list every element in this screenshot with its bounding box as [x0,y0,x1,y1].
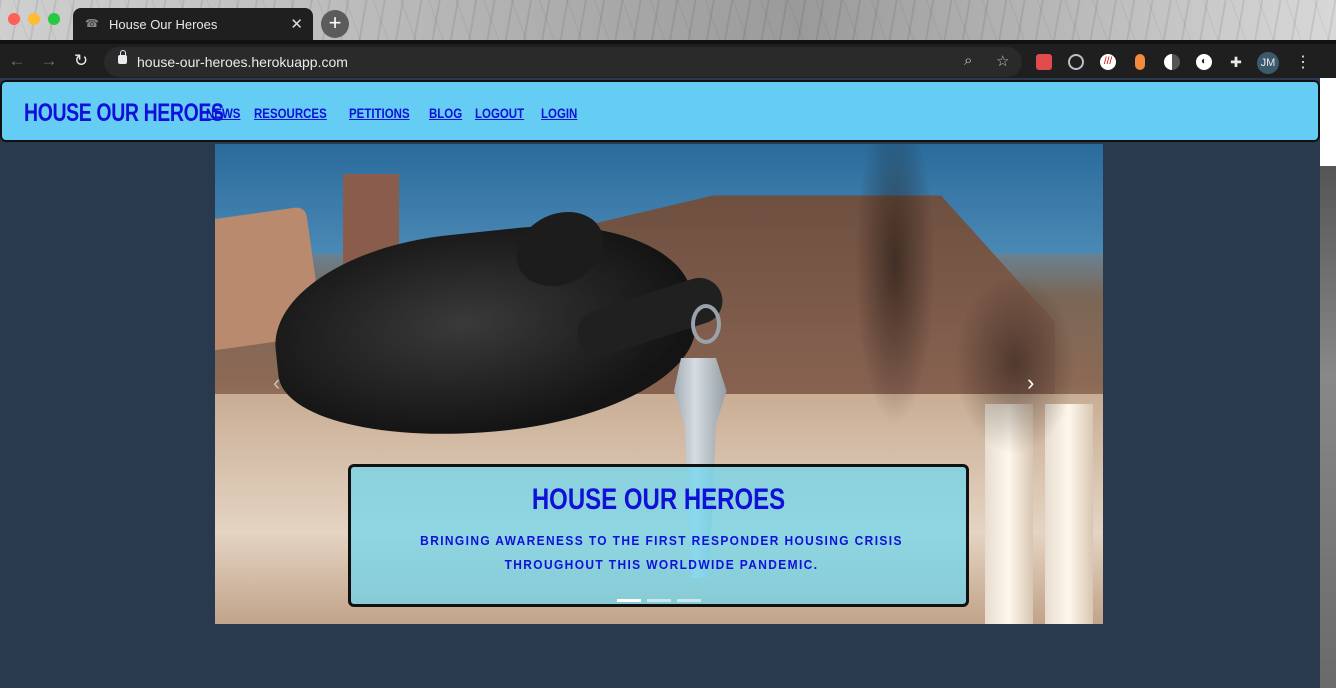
circle-ext-icon[interactable]: ◐ [1196,54,1212,70]
carousel-caption: HOUSE OUR HEROES BRINGING AWARENESS TO T… [348,464,969,607]
caption-text: BRINGING AWARENESS TO THE FIRST RESPONDE… [420,533,903,572]
carousel-next-icon[interactable]: › [1027,370,1034,396]
nav-link-news[interactable]: NEWS [206,105,240,121]
carousel-indicators [617,599,701,602]
reload-icon[interactable]: ↻ [70,50,92,72]
zoom-icon[interactable]: ⌕ [964,52,972,69]
browser-tab-bar: ☎ House Our Heroes ✕ + [0,0,1336,40]
nav-link-resources[interactable]: RESOURCES [254,105,327,121]
back-arrow-icon[interactable]: ← [6,50,28,72]
background-window-strip [1320,78,1336,688]
site-navbar: HOUSE OUR HEROES NEWS RESOURCES PETITION… [0,80,1320,142]
page-body: HOUSE OUR HEROES NEWS RESOURCES PETITION… [0,78,1320,688]
block-icon[interactable] [1068,54,1084,70]
contrast-icon[interactable] [1164,54,1180,70]
carousel-prev-icon[interactable]: ‹ [273,370,280,396]
site-brand[interactable]: HOUSE OUR HEROES [24,99,224,128]
minimize-window-button[interactable] [28,13,40,25]
favicon-icon: ☎ [85,18,99,30]
carousel-indicator-3[interactable] [677,599,701,602]
caption-title: HOUSE OUR HEROES [531,483,786,516]
browser-tab[interactable]: ☎ House Our Heroes ✕ [73,8,313,40]
maximize-window-button[interactable] [48,13,60,25]
lock-icon [118,50,127,64]
orange-bug-icon[interactable] [1135,54,1145,70]
nav-link-login[interactable]: LOGIN [541,105,577,121]
browser-toolbar: ← → ↻ house-our-heroes.herokuapp.com ⌕ ☆… [0,40,1336,78]
close-window-button[interactable] [8,13,20,25]
url-text[interactable]: house-our-heroes.herokuapp.com [137,54,348,70]
tab-title: House Our Heroes [109,17,218,32]
marker-icon[interactable]: /// [1100,54,1116,70]
tab-close-icon[interactable]: ✕ [290,15,303,33]
carousel-indicator-2[interactable] [647,599,671,602]
browser-menu-icon[interactable]: ⋮ [1295,52,1311,72]
profile-avatar[interactable]: JM [1257,52,1279,74]
nav-link-logout[interactable]: LOGOUT [475,105,524,121]
bookmark-flag-icon[interactable] [1036,54,1052,70]
address-bar[interactable]: house-our-heroes.herokuapp.com ⌕ ☆ [104,47,1022,77]
nav-link-blog[interactable]: BLOG [429,105,462,121]
hero-carousel: ‹ › HOUSE OUR HEROES BRINGING AWARENESS … [215,144,1103,624]
puzzle-icon[interactable]: ✚ [1228,54,1244,70]
new-tab-button[interactable]: + [321,10,349,38]
nav-link-petitions[interactable]: PETITIONS [349,105,410,121]
forward-arrow-icon[interactable]: → [38,50,60,72]
star-icon[interactable]: ☆ [996,52,1009,70]
carousel-indicator-1[interactable] [617,599,641,602]
nav-links: NEWS RESOURCES PETITIONS BLOG LOGOUT LOG… [206,105,579,121]
